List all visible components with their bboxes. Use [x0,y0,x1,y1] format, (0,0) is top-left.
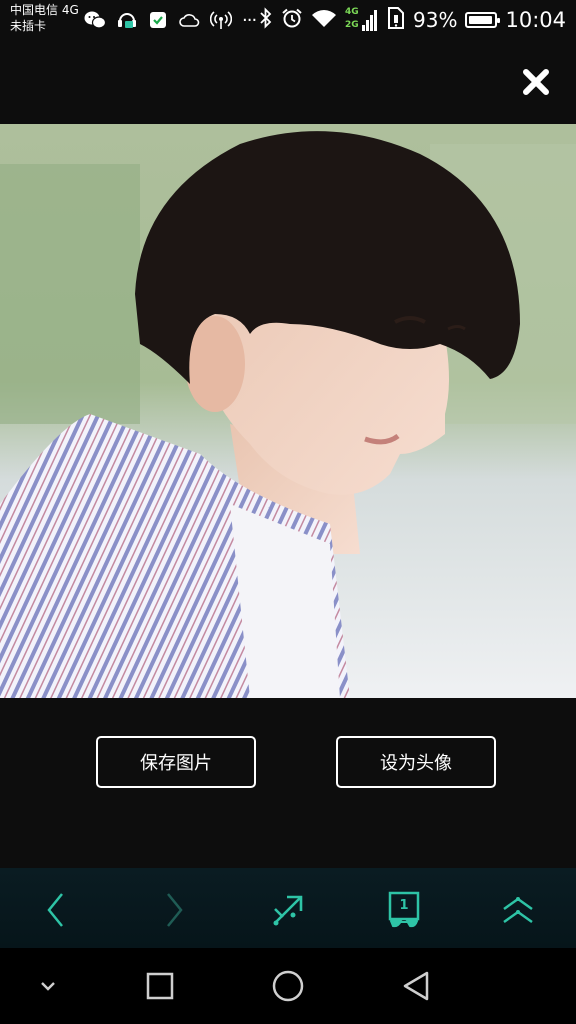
close-icon [523,69,549,95]
battery-icon [465,12,501,28]
browser-toolbar: 1 [0,868,576,948]
network-4g-label: 4G [345,7,359,17]
chevron-up-menu-icon [503,897,533,924]
status-bar: 中国电信 4G 未插卡 ··· 4G 2G 93% 10:04 [0,0,576,40]
sim-status: 未插卡 [10,19,47,33]
back-button[interactable] [34,888,78,932]
bluetooth-icon [259,7,273,33]
image-actions: 保存图片 设为头像 [0,698,576,868]
share-icon [273,895,303,926]
wifi-icon [311,8,337,32]
home-button[interactable] [266,966,310,1006]
square-icon [146,972,174,1000]
tab-count: 1 [399,898,409,913]
triangle-back-icon [403,971,429,1001]
vpn-lock-icon [116,9,138,31]
cellular-signal-icon: 4G 2G [345,7,379,33]
forward-button[interactable] [152,888,196,932]
security-app-icon [148,10,168,30]
tabs-button[interactable]: 1 [382,888,426,932]
sim-card-icon [387,6,405,34]
set-avatar-button[interactable]: 设为头像 [336,736,496,788]
viewer-header [0,40,576,124]
carrier-info: 中国电信 4G 未插卡 [10,2,79,34]
system-navigation-bar [0,948,576,1024]
cloud-icon [178,12,200,28]
tabs-icon: 1 [386,890,422,930]
menu-button[interactable] [496,888,540,932]
hotspot-icon [210,10,232,30]
network-2g-label: 2G [345,20,359,30]
close-button[interactable] [518,64,554,100]
chevron-down-icon [41,982,55,991]
hide-nav-button[interactable] [26,966,70,1006]
recent-apps-button[interactable] [138,966,182,1006]
share-button[interactable] [266,888,310,932]
notification-icons: ··· [84,8,257,32]
back-nav-button[interactable] [394,966,438,1006]
more-notifications-icon: ··· [242,9,257,31]
viewed-image[interactable] [0,124,576,698]
forward-arrow-icon [167,893,183,927]
wechat-icon [84,10,106,30]
system-status: 4G 2G 93% 10:04 [259,6,566,34]
back-arrow-icon [47,893,63,927]
save-image-button[interactable]: 保存图片 [96,736,256,788]
carrier-name: 中国电信 4G [10,3,79,17]
portrait-photo [0,124,576,698]
alarm-icon [281,7,303,33]
clock: 10:04 [505,8,566,32]
circle-icon [272,970,304,1002]
battery-level-fill [469,16,492,24]
battery-percent: 93% [413,8,458,32]
